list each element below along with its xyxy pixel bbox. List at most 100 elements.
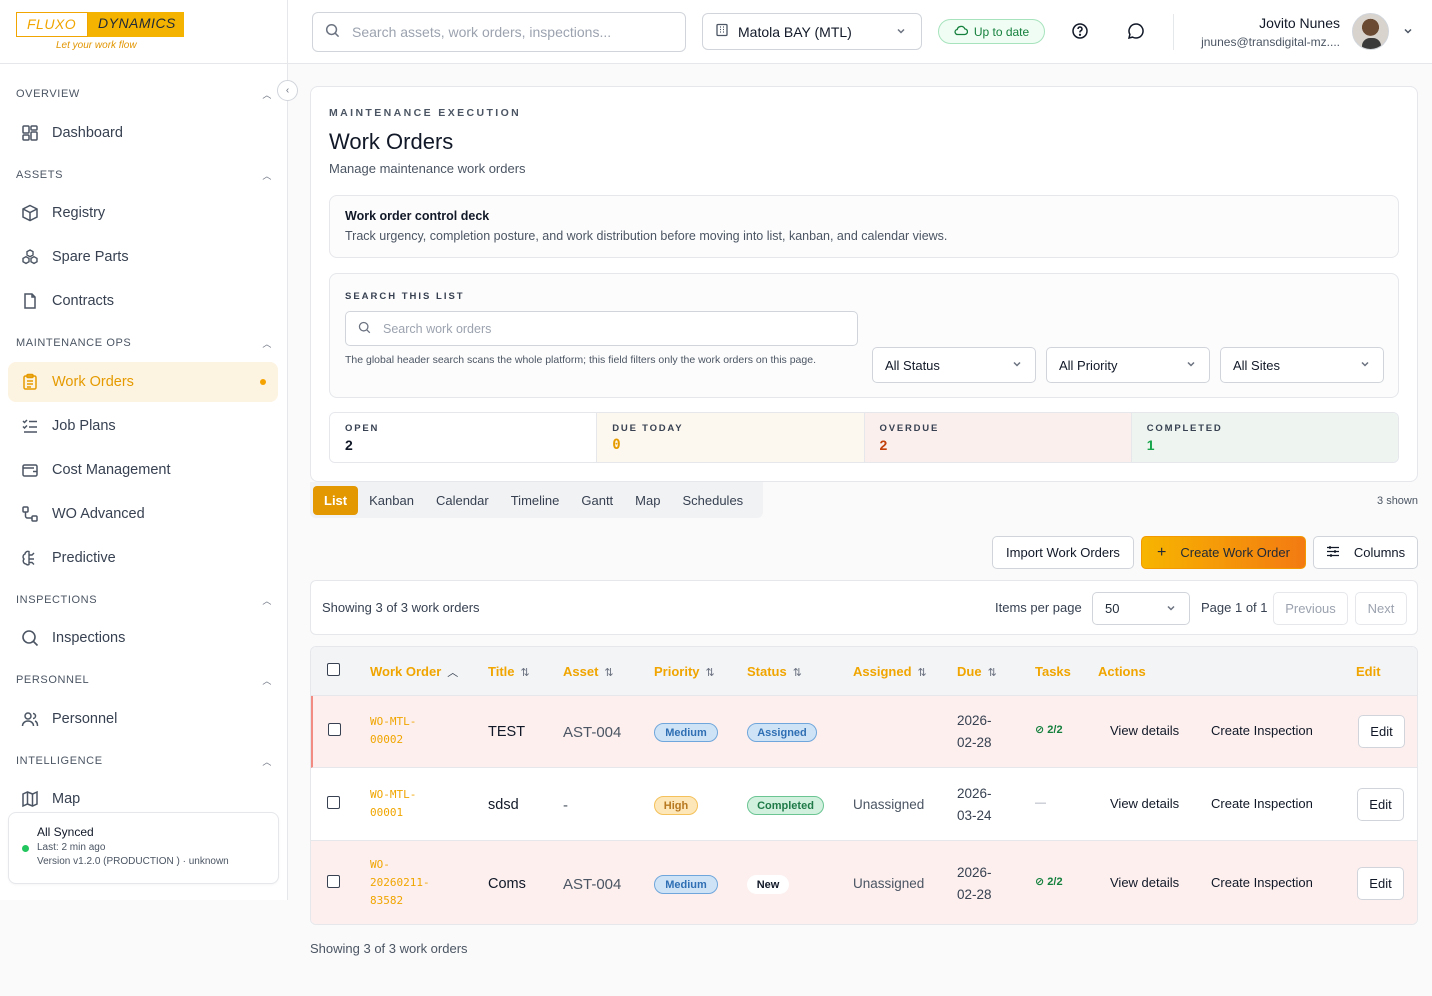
stat-overdue[interactable]: OVERDUE 2 [864,413,1132,462]
priority-filter-select[interactable]: All Priority [1046,347,1210,383]
section-overview[interactable]: OVERVIEW ︿ [16,88,272,101]
tab-schedules[interactable]: Schedules [671,487,754,514]
page-indicator: Page 1 of 1 [1201,600,1268,615]
column-due[interactable]: Due ⇅ [957,664,997,679]
global-search-input[interactable]: Search assets, work orders, inspections.… [312,12,686,52]
stat-value: 0 [612,437,621,453]
priority-badge: Medium [654,875,718,894]
top-header: Search assets, work orders, inspections.… [288,0,1432,64]
create-work-order-button[interactable]: + Create Work Order [1141,536,1306,569]
columns-button[interactable]: Columns [1313,536,1418,569]
sidebar-item-label: Job Plans [52,418,116,434]
sidebar-item-label: Personnel [52,711,118,727]
control-deck-title: Work order control deck [345,209,490,223]
table-row[interactable]: WO-MTL- 00001 sdsd - High Completed Unass… [311,768,1417,841]
global-search-placeholder: Search assets, work orders, inspections.… [352,24,612,40]
tab-gantt[interactable]: Gantt [570,487,624,514]
row-checkbox[interactable] [327,796,340,809]
wo-id-part: WO- [370,858,390,871]
stat-due-today[interactable]: DUE TODAY 0 [597,413,865,462]
sidebar-item-spare-parts[interactable]: Spare Parts [8,237,278,277]
edit-button[interactable]: Edit [1357,788,1404,821]
wo-id-part: 00001 [370,806,404,819]
site-selector[interactable]: Matola BAY (MTL) [702,13,922,50]
sidebar-collapse-button[interactable]: ‹ [277,80,298,101]
tab-map[interactable]: Map [624,487,671,514]
column-title[interactable]: Title ⇅ [488,664,530,679]
stat-completed[interactable]: COMPLETED 1 [1131,413,1398,462]
list-search-card: SEARCH THIS LIST Search work orders The … [329,273,1399,398]
create-inspection-link[interactable]: Create Inspection [1211,875,1313,890]
table-row[interactable]: WO-MTL- 00002 TEST AST-004 Medium Assigne… [311,696,1417,768]
section-label: MAINTENANCE OPS [16,337,132,349]
tab-calendar[interactable]: Calendar [425,487,500,514]
user-name[interactable]: Jovito Nunes [1259,15,1340,31]
sidebar-item-registry[interactable]: Registry [8,193,278,233]
view-details-link[interactable]: View details [1110,796,1179,811]
control-deck-text: Track urgency, completion posture, and w… [345,229,948,243]
view-tabs: List Kanban Calendar Timeline Gantt Map … [310,482,763,518]
column-assigned[interactable]: Assigned ⇅ [853,664,927,679]
tab-kanban[interactable]: Kanban [358,487,425,514]
sidebar-item-cost-management[interactable]: Cost Management [8,450,278,490]
status-filter-value: All Status [885,357,940,373]
help-icon[interactable] [1071,22,1089,40]
chevron-up-icon: ︿ [262,171,272,181]
section-intelligence[interactable]: INTELLIGENCE ︿ [16,755,272,768]
section-assets[interactable]: ASSETS ︿ [16,169,272,182]
items-per-page-select[interactable]: 50 [1092,592,1190,625]
work-order-id-link[interactable]: WO-MTL- 00001 [370,786,416,822]
column-status[interactable]: Status ⇅ [747,664,802,679]
work-order-id-link[interactable]: WO-MTL- 00002 [370,713,416,749]
section-personnel[interactable]: PERSONNEL ︿ [16,674,272,687]
row-tasks: — [1035,797,1046,809]
sidebar-item-predictive[interactable]: Predictive [8,538,278,578]
column-priority[interactable]: Priority ⇅ [654,664,715,679]
search-icon [20,628,40,648]
sidebar-item-personnel[interactable]: Personnel [8,699,278,739]
section-inspections[interactable]: INSPECTIONS ︿ [16,594,272,607]
sidebar-item-label: Contracts [52,293,115,309]
stat-open[interactable]: OPEN 2 [330,413,598,462]
sidebar-item-contracts[interactable]: Contracts [8,281,278,321]
tab-timeline[interactable]: Timeline [500,487,571,514]
previous-page-button[interactable]: Previous [1273,592,1348,625]
import-work-orders-button[interactable]: Import Work Orders [992,536,1134,569]
view-details-link[interactable]: View details [1110,723,1179,738]
avatar[interactable] [1352,13,1389,50]
row-asset: - [563,797,568,814]
row-checkbox[interactable] [327,875,340,888]
table-row[interactable]: WO- 20260211- 83582 Coms AST-004 Medium Ne… [311,841,1417,924]
select-all-checkbox[interactable] [327,663,340,676]
sidebar-item-inspections[interactable]: Inspections [8,618,278,658]
edit-button[interactable]: Edit [1357,867,1404,900]
sort-icon: ⇅ [987,667,997,679]
status-filter-select[interactable]: All Status [872,347,1036,383]
column-asset[interactable]: Asset ⇅ [563,664,614,679]
chevron-down-icon[interactable] [1402,24,1414,40]
status-badge: Assigned [747,723,817,742]
sync-status-badge[interactable]: Up to date [938,19,1045,44]
chat-icon[interactable] [1127,22,1145,40]
sidebar-item-wo-advanced[interactable]: WO Advanced [8,494,278,534]
section-maintenance-ops[interactable]: MAINTENANCE OPS ︿ [16,337,272,350]
footer-showing-count: Showing 3 of 3 work orders [310,941,468,956]
sites-filter-select[interactable]: All Sites [1220,347,1384,383]
create-inspection-link[interactable]: Create Inspection [1211,723,1313,738]
create-inspection-link[interactable]: Create Inspection [1211,796,1313,811]
view-details-link[interactable]: View details [1110,875,1179,890]
row-due: 2026- 03-24 [957,783,992,827]
sidebar-item-job-plans[interactable]: Job Plans [8,406,278,446]
work-order-id-link[interactable]: WO- 20260211- 83582 [370,856,430,910]
sidebar-item-dashboard[interactable]: Dashboard [8,113,278,153]
list-search-input[interactable]: Search work orders [345,311,858,346]
next-page-button[interactable]: Next [1355,592,1407,625]
tab-list[interactable]: List [313,485,359,515]
table-header: Work Order ︿ Title ⇅ Asset ⇅ Priority ⇅ Stat… [311,647,1417,696]
edit-button[interactable]: Edit [1358,715,1405,748]
row-checkbox[interactable] [328,723,341,736]
brand-logo[interactable]: FLUXO DYNAMICS Let your work flow [0,0,287,64]
sites-filter-value: All Sites [1233,357,1280,373]
sidebar-item-work-orders[interactable]: Work Orders [8,362,278,402]
column-work-order[interactable]: Work Order ︿ [370,664,458,680]
